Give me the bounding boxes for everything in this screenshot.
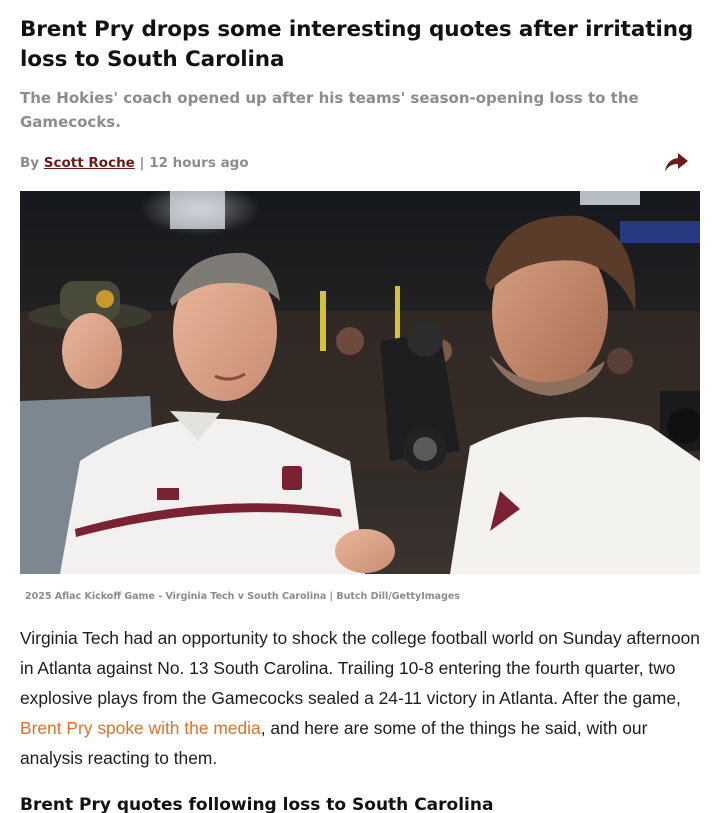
author-link[interactable]: Scott Roche — [44, 155, 135, 171]
byline-separator: | — [134, 155, 150, 171]
article-paragraph: Virginia Tech had an opportunity to shoc… — [20, 623, 706, 773]
section-heading: Brent Pry quotes following loss to South… — [20, 795, 494, 813]
publish-time: 12 hours ago — [149, 155, 249, 171]
media-quotes-link[interactable]: Brent Pry spoke with the media — [20, 718, 261, 738]
image-caption: 2025 Aflac Kickoff Game - Virginia Tech … — [25, 591, 460, 602]
share-button[interactable] — [662, 150, 690, 176]
hero-photo-illustration — [20, 191, 700, 574]
byline-prefix: By — [20, 155, 44, 171]
byline: By Scott Roche | 12 hours ago — [20, 152, 249, 174]
hero-photo — [20, 191, 700, 574]
share-arrow-icon — [665, 153, 688, 172]
paragraph-text-start: Virginia Tech had an opportunity to shoc… — [20, 628, 700, 708]
article-headline: Brent Pry drops some interesting quotes … — [20, 17, 694, 72]
article-subheadline: The Hokies' coach opened up after his te… — [20, 89, 639, 131]
